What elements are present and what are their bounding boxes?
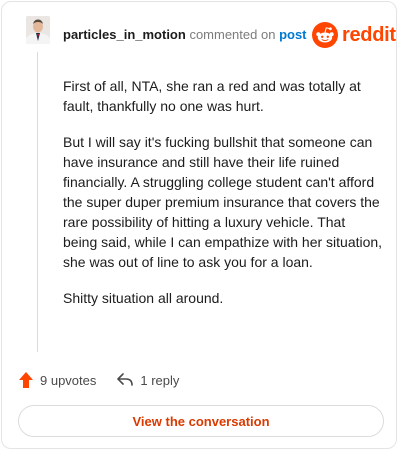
reddit-logo[interactable]: reddit: [312, 22, 396, 48]
username[interactable]: particles_in_motion: [63, 27, 186, 42]
upvote-count: 9 upvotes: [40, 372, 97, 388]
avatar-image: [26, 16, 50, 44]
view-conversation-button[interactable]: View the conversation: [18, 405, 384, 437]
reply-button[interactable]: 1 reply: [116, 372, 179, 388]
comment-paragraph: But I will say it's fucking bullshit tha…: [63, 134, 383, 270]
comment-paragraph: Shitty situation all around.: [63, 290, 224, 306]
reddit-alien-icon: [312, 22, 338, 48]
reddit-wordmark: reddit: [342, 24, 396, 46]
avatar[interactable]: [26, 16, 50, 44]
upvote-button[interactable]: 9 upvotes: [18, 371, 96, 389]
reply-arrow-icon: [117, 373, 134, 386]
comment-body: First of all, NTA, she ran a red and was…: [63, 76, 383, 324]
thread-line: [37, 52, 38, 352]
comment-paragraph: First of all, NTA, she ran a red and was…: [63, 78, 361, 114]
comment-header: particles_in_motion commented on post: [63, 26, 307, 44]
embedded-comment-card: particles_in_motion commented on post re…: [1, 1, 397, 449]
comment-actions: 9 upvotes 1 reply: [18, 371, 179, 389]
post-link[interactable]: post: [279, 27, 306, 42]
upvote-arrow-icon: [19, 372, 33, 388]
reply-count: 1 reply: [140, 372, 180, 388]
commented-on-text: commented on: [189, 27, 276, 42]
